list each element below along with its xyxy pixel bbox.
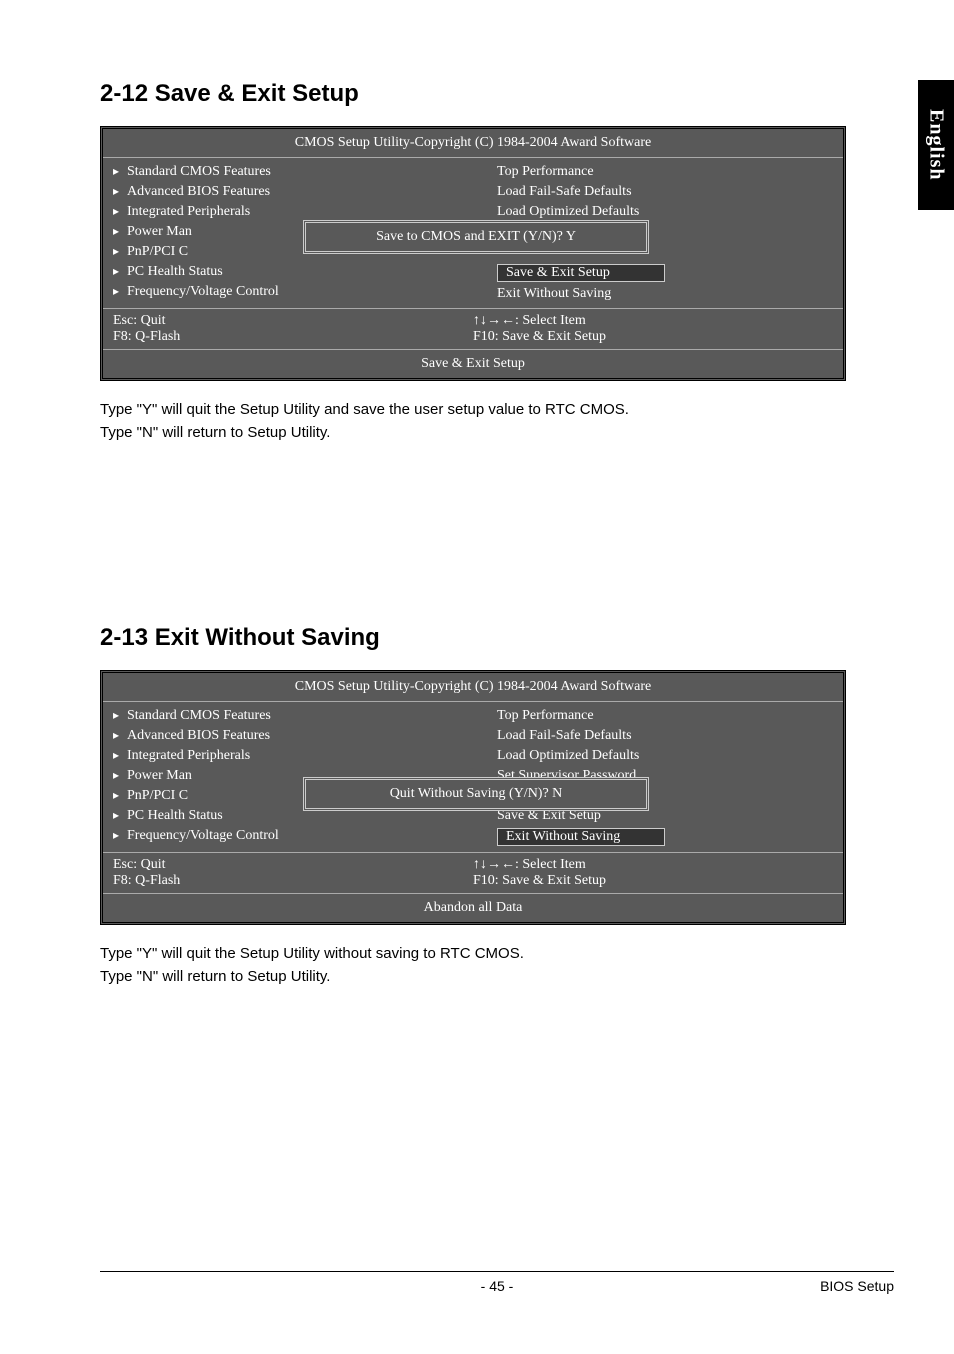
section-title-exit-without-saving: 2-13 Exit Without Saving bbox=[100, 624, 894, 652]
instruction-text: Type "Y" will quit the Setup Utility wit… bbox=[100, 943, 894, 966]
menu-label: Integrated Peripherals bbox=[127, 748, 250, 763]
language-tab: English bbox=[918, 80, 954, 210]
right-arrow-icon: ▸ bbox=[113, 204, 119, 219]
instruction-text: Type "N" will return to Setup Utility. bbox=[100, 422, 894, 445]
menu-item-highlighted[interactable]: Save & Exit Setup bbox=[497, 262, 833, 284]
menu-label: Top Performance bbox=[497, 164, 594, 179]
menu-item[interactable]: Load Fail-Safe Defaults bbox=[497, 182, 833, 202]
menu-label: Integrated Peripherals bbox=[127, 204, 250, 219]
bios-screen-save-exit: CMOS Setup Utility-Copyright (C) 1984-20… bbox=[100, 126, 846, 381]
menu-item[interactable]: Top Performance bbox=[497, 162, 833, 182]
menu-label: Standard CMOS Features bbox=[127, 708, 271, 723]
bios-footer-hint: Save & Exit Setup bbox=[103, 349, 843, 378]
menu-item[interactable]: Load Fail-Safe Defaults bbox=[497, 726, 833, 746]
bios-title: CMOS Setup Utility-Copyright (C) 1984-20… bbox=[103, 129, 843, 157]
menu-item[interactable]: Load Optimized Defaults bbox=[497, 202, 833, 222]
confirm-dialog-save[interactable]: Save to CMOS and EXIT (Y/N)? Y bbox=[303, 220, 649, 254]
instruction-text: Type "Y" will quit the Setup Utility and… bbox=[100, 399, 894, 422]
menu-item[interactable]: Top Performance bbox=[497, 706, 833, 726]
section-title-save-exit: 2-12 Save & Exit Setup bbox=[100, 80, 894, 108]
right-arrow-icon: ▸ bbox=[113, 184, 119, 199]
menu-label: Power Man bbox=[127, 224, 192, 239]
bios-screen-exit-without-saving: CMOS Setup Utility-Copyright (C) 1984-20… bbox=[100, 670, 846, 925]
menu-item[interactable]: ▸Frequency/Voltage Control bbox=[127, 826, 463, 846]
key-hint: ↑↓→←: Select Item bbox=[473, 857, 833, 873]
menu-label: Load Optimized Defaults bbox=[497, 204, 639, 219]
key-hint: F8: Q-Flash bbox=[113, 329, 473, 345]
bios-footer-hint: Abandon all Data bbox=[103, 893, 843, 922]
menu-label: PnP/PCI C bbox=[127, 788, 188, 803]
menu-label: PnP/PCI C bbox=[127, 244, 188, 259]
menu-item-highlighted[interactable]: Exit Without Saving bbox=[497, 826, 833, 848]
menu-item[interactable]: ▸Standard CMOS Features bbox=[127, 706, 463, 726]
right-arrow-icon: ▸ bbox=[113, 788, 119, 803]
menu-label: Load Fail-Safe Defaults bbox=[497, 184, 632, 199]
menu-label: Top Performance bbox=[497, 708, 594, 723]
menu-item[interactable]: ▸Standard CMOS Features bbox=[127, 162, 463, 182]
right-arrow-icon: ▸ bbox=[113, 224, 119, 239]
menu-item[interactable]: ▸Integrated Peripherals bbox=[127, 746, 463, 766]
right-arrow-icon: ▸ bbox=[113, 264, 119, 279]
instruction-text: Type "N" will return to Setup Utility. bbox=[100, 966, 894, 989]
menu-label: Exit Without Saving bbox=[497, 828, 665, 846]
menu-item[interactable]: ▸PC Health Status bbox=[127, 262, 463, 282]
menu-label: Power Man bbox=[127, 768, 192, 783]
right-arrow-icon: ▸ bbox=[113, 728, 119, 743]
key-hint: Esc: Quit bbox=[113, 313, 473, 329]
menu-label: PC Health Status bbox=[127, 808, 223, 823]
menu-label: Exit Without Saving bbox=[497, 286, 611, 301]
right-arrow-icon: ▸ bbox=[113, 768, 119, 783]
menu-label: Advanced BIOS Features bbox=[127, 184, 270, 199]
menu-label: Frequency/Voltage Control bbox=[127, 284, 279, 299]
right-arrow-icon: ▸ bbox=[113, 244, 119, 259]
menu-item[interactable]: ▸Frequency/Voltage Control bbox=[127, 282, 463, 302]
menu-item[interactable]: ▸Advanced BIOS Features bbox=[127, 726, 463, 746]
key-hint: Esc: Quit bbox=[113, 857, 473, 873]
page-number: - 45 - bbox=[100, 1278, 894, 1294]
key-hint: F10: Save & Exit Setup bbox=[473, 873, 833, 889]
right-arrow-icon: ▸ bbox=[113, 748, 119, 763]
key-hint: F10: Save & Exit Setup bbox=[473, 329, 833, 345]
menu-item[interactable]: ▸Integrated Peripherals bbox=[127, 202, 463, 222]
right-arrow-icon: ▸ bbox=[113, 284, 119, 299]
menu-label: PC Health Status bbox=[127, 264, 223, 279]
confirm-dialog-quit[interactable]: Quit Without Saving (Y/N)? N bbox=[303, 777, 649, 811]
menu-label: Standard CMOS Features bbox=[127, 164, 271, 179]
menu-item[interactable]: ▸Advanced BIOS Features bbox=[127, 182, 463, 202]
menu-item[interactable]: Exit Without Saving bbox=[497, 284, 833, 304]
menu-label: Save & Exit Setup bbox=[497, 264, 665, 282]
menu-label: Load Optimized Defaults bbox=[497, 748, 639, 763]
key-hint: ↑↓→←: Select Item bbox=[473, 313, 833, 329]
right-arrow-icon: ▸ bbox=[113, 164, 119, 179]
right-arrow-icon: ▸ bbox=[113, 808, 119, 823]
menu-label: Frequency/Voltage Control bbox=[127, 828, 279, 843]
right-arrow-icon: ▸ bbox=[113, 828, 119, 843]
menu-item[interactable]: Load Optimized Defaults bbox=[497, 746, 833, 766]
menu-label: Advanced BIOS Features bbox=[127, 728, 270, 743]
bios-title: CMOS Setup Utility-Copyright (C) 1984-20… bbox=[103, 673, 843, 701]
key-hint: F8: Q-Flash bbox=[113, 873, 473, 889]
right-arrow-icon: ▸ bbox=[113, 708, 119, 723]
menu-label: Load Fail-Safe Defaults bbox=[497, 728, 632, 743]
